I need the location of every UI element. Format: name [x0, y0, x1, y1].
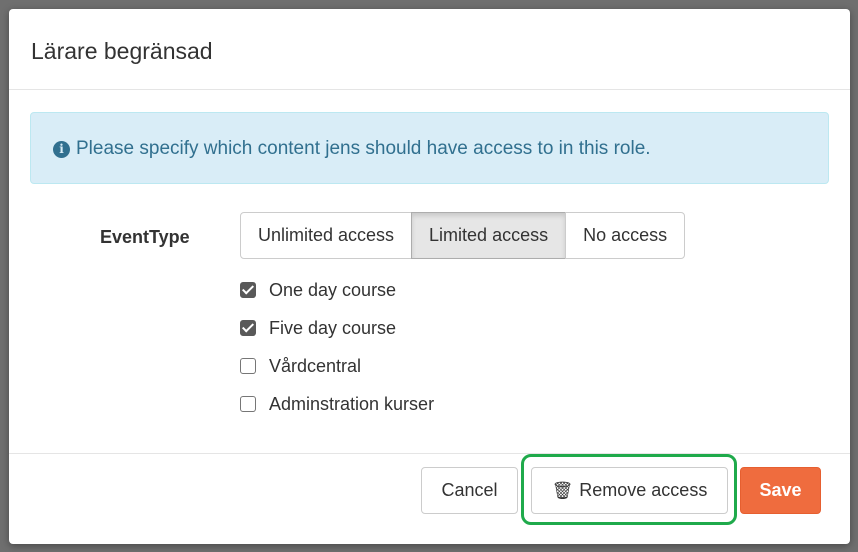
checklist-item-label: Adminstration kurser — [269, 393, 435, 414]
checkbox-one-day-course[interactable] — [240, 282, 256, 298]
checklist-item[interactable]: One day course — [240, 271, 434, 309]
checklist-item[interactable]: Adminstration kurser — [240, 385, 434, 423]
checklist-item-label: One day course — [269, 279, 397, 300]
event-type-checklist: One day course Five day course Vårdcentr… — [240, 271, 434, 423]
info-message: Please specify which content jens should… — [76, 138, 651, 159]
eventtype-label: EventType — [100, 227, 190, 247]
checkbox-adminstration-kurser[interactable] — [240, 396, 256, 412]
dialog-header: Lärare begränsad — [9, 9, 850, 90]
checkbox-vardcentral[interactable] — [240, 358, 256, 374]
dialog-title: Lärare begränsad — [31, 38, 213, 64]
checklist-item-label: Five day course — [269, 317, 397, 338]
checklist-item-label: Vårdcentral — [269, 355, 362, 376]
info-alert: i Please specify which content jens shou… — [30, 112, 829, 184]
checklist-item[interactable]: Five day course — [240, 309, 434, 347]
info-icon: i — [53, 141, 70, 158]
checklist-item[interactable]: Vårdcentral — [240, 347, 434, 385]
unlimited-access-button[interactable]: Unlimited access — [240, 212, 413, 259]
cancel-button[interactable]: Cancel — [421, 467, 518, 514]
highlight-box — [521, 454, 737, 525]
limited-access-button[interactable]: Limited access — [411, 212, 567, 259]
save-button[interactable]: Save — [740, 467, 821, 514]
checkbox-five-day-course[interactable] — [240, 320, 256, 336]
access-level-toggle: Unlimited access Limited access No acces… — [240, 212, 686, 259]
no-access-button[interactable]: No access — [565, 212, 686, 259]
